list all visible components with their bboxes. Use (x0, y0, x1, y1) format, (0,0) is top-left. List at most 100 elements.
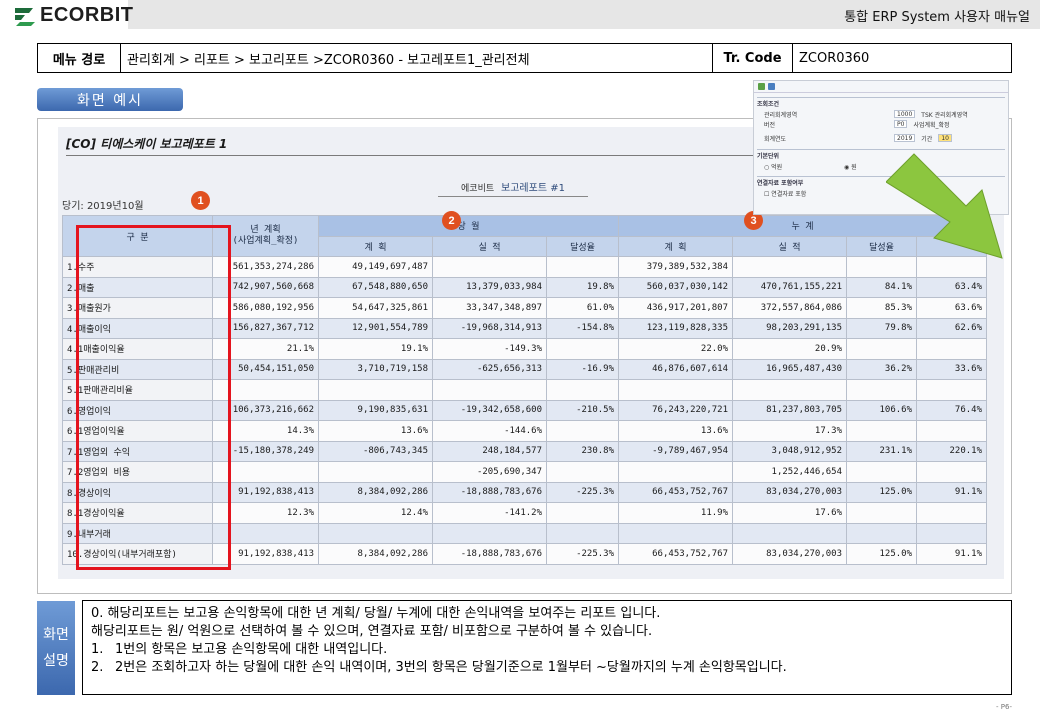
cell-c-plan: 560,037,030,142 (618, 276, 733, 298)
explanation-tag-line2: 설명 (43, 653, 69, 669)
cell-m-plan: -806,743,345 (318, 440, 433, 462)
popup-unit-opt2[interactable]: ◉ 원 (844, 162, 857, 171)
cell-c-actual: 372,557,864,086 (732, 297, 847, 319)
cell-c-plan: 66,453,752,767 (618, 543, 733, 565)
execute-icon[interactable] (758, 83, 765, 90)
cell-m-rate (546, 461, 619, 483)
popup-section-criteria: 조회조건 (757, 97, 1005, 108)
cell-c-actual (732, 522, 847, 544)
cell-m-actual: 13,379,033,984 (432, 276, 547, 298)
explanation-item-2-text: 2번은 조회하고자 하는 당월에 대한 손익 내역이며, 3번의 항목은 당월기… (115, 660, 787, 675)
report-period: 당기: 2019년10월 (62, 201, 144, 212)
company-logo: ECORBIT (12, 4, 134, 26)
cell-c-rate: 125.0% (846, 481, 917, 503)
cell-c-plan: 436,917,201,807 (618, 297, 733, 319)
cell-m-rate: -225.3% (546, 543, 619, 565)
cell-m-rate: -225.3% (546, 481, 619, 503)
info-icon[interactable] (768, 83, 775, 90)
popup-version-input[interactable]: P0 (894, 120, 908, 128)
popup-area-label: 관리회계영역 (764, 111, 798, 119)
cell-c-plan: 123,119,828,335 (618, 317, 733, 339)
cell-c-actual: 98,203,291,135 (732, 317, 847, 339)
cell-m-rate (546, 338, 619, 360)
popup-area-input[interactable]: 1000 (894, 110, 916, 118)
cell-m-actual: -18,888,783,676 (432, 543, 547, 565)
cell-c-extra: 63.4% (916, 276, 987, 298)
cell-c-rate (846, 461, 917, 483)
cell-m-plan (318, 461, 433, 483)
popup-toolbar (754, 81, 1008, 93)
cell-m-actual (432, 256, 547, 278)
cell-c-rate: 79.8% (846, 317, 917, 339)
cell-m-rate: -210.5% (546, 399, 619, 421)
popup-include-checkbox[interactable]: ☐ 연결자료 포함 (764, 189, 806, 198)
cell-m-plan: 12.4% (318, 502, 433, 524)
cell-m-actual (432, 522, 547, 544)
green-arrow-icon (886, 153, 1003, 259)
tr-code-value: ZCOR0360 (799, 50, 870, 66)
cell-m-plan: 3,710,719,158 (318, 358, 433, 380)
cell-c-actual: 17.6% (732, 502, 847, 524)
cell-c-rate (846, 379, 917, 401)
header-month-plan: 계 획 (318, 235, 433, 257)
cell-c-plan: 76,243,220,721 (618, 399, 733, 421)
popup-unit-opt1-label: 억원 (771, 163, 783, 171)
header-cumul-actual: 실 적 (732, 235, 847, 257)
cell-c-plan: -9,789,467,954 (618, 440, 733, 462)
cell-c-extra (916, 461, 987, 483)
cell-c-actual: 16,965,487,430 (732, 358, 847, 380)
badge-2: 2 (442, 211, 461, 230)
menu-path-label: 메뉴 경로 (38, 44, 121, 72)
cell-c-rate (846, 338, 917, 360)
cell-m-plan (318, 522, 433, 544)
cell-c-actual: 81,237,803,705 (732, 399, 847, 421)
cell-m-actual: -19,342,658,600 (432, 399, 547, 421)
header-month-group: 당 월 (318, 215, 619, 237)
explanation-item-1: 1. 1번의 항목은 보고용 손익항목에 대한 내역입니다. (91, 641, 1003, 659)
cell-m-plan: 54,647,325,861 (318, 297, 433, 319)
popup-include-label: 연결자료 포함 (771, 190, 807, 198)
popup-unit-opt2-label: 원 (851, 163, 857, 171)
cell-m-rate (546, 420, 619, 442)
cell-c-actual (732, 256, 847, 278)
cell-c-actual: 17.3% (732, 420, 847, 442)
cell-c-extra: 91.1% (916, 481, 987, 503)
cell-m-actual: -141.2% (432, 502, 547, 524)
cell-c-rate (846, 522, 917, 544)
cell-c-extra: 91.1% (916, 543, 987, 565)
cell-c-rate (846, 420, 917, 442)
cell-c-rate: 85.3% (846, 297, 917, 319)
explanation-item-1-text: 1번의 항목은 보고용 손익항목에 대한 내역입니다. (115, 642, 388, 657)
cell-c-actual: 83,034,270,003 (732, 543, 847, 565)
menu-path-value: 관리회계 > 리포트 > 보고리포트 >ZCOR0360 - 보고레포트1_관리… (121, 44, 713, 72)
popup-version-text: 사업계획_확정 (913, 121, 950, 129)
cell-c-extra: 62.6% (916, 317, 987, 339)
cell-m-rate: 61.0% (546, 297, 619, 319)
center-title-prefix: 에코비트 (461, 184, 495, 194)
cell-c-rate (846, 502, 917, 524)
cell-m-plan: 49,149,697,487 (318, 256, 433, 278)
explanation-item-2-num: 2. (91, 660, 104, 675)
cell-c-plan: 66,453,752,767 (618, 481, 733, 503)
tr-code-label: Tr. Code (713, 44, 793, 72)
cell-m-rate (546, 256, 619, 278)
cell-m-actual (432, 379, 547, 401)
menu-path-row: 메뉴 경로 관리회계 > 리포트 > 보고리포트 >ZCOR0360 - 보고레… (37, 43, 1012, 73)
popup-unit-opt1[interactable]: ○ 억원 (764, 162, 844, 171)
cell-m-plan (318, 379, 433, 401)
cell-m-actual: 248,184,577 (432, 440, 547, 462)
cell-m-actual: -625,656,313 (432, 358, 547, 380)
cell-m-rate: 230.8% (546, 440, 619, 462)
cell-c-rate: 84.1% (846, 276, 917, 298)
ecorbit-logo-icon (15, 8, 35, 26)
cell-c-plan: 379,389,532,384 (618, 256, 733, 278)
explanation-item-1-num: 1. (91, 642, 104, 657)
cell-m-plan: 9,190,835,631 (318, 399, 433, 421)
header-month-rate: 달성율 (546, 235, 619, 257)
cell-c-extra: 220.1% (916, 440, 987, 462)
cell-c-actual: 1,252,446,654 (732, 461, 847, 483)
cell-c-extra: 63.6% (916, 297, 987, 319)
cell-c-actual: 3,048,912,952 (732, 440, 847, 462)
popup-row-area: 관리회계영역 1000 TSK 관리회계영역 (764, 110, 1008, 119)
cell-c-extra (916, 379, 987, 401)
